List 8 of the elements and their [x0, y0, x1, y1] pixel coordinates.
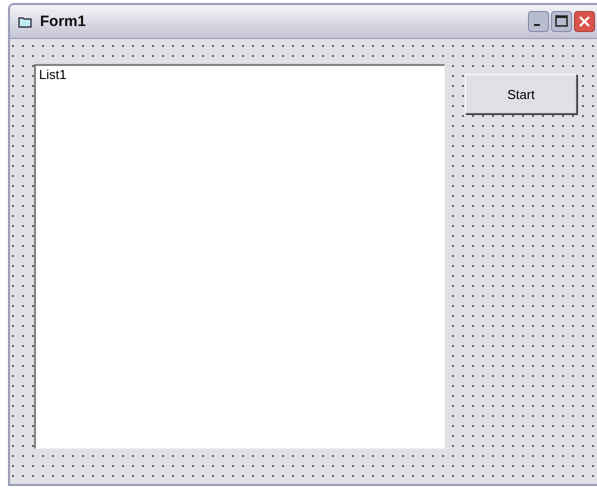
minimize-icon[interactable]: [528, 11, 549, 32]
list-box[interactable]: List1: [34, 64, 445, 449]
maximize-icon[interactable]: [551, 11, 572, 32]
list-item[interactable]: List1: [39, 67, 66, 82]
close-icon[interactable]: [574, 11, 595, 32]
window-title: Form1: [40, 13, 86, 30]
start-button[interactable]: Start: [465, 74, 577, 114]
form-icon: [18, 16, 32, 28]
